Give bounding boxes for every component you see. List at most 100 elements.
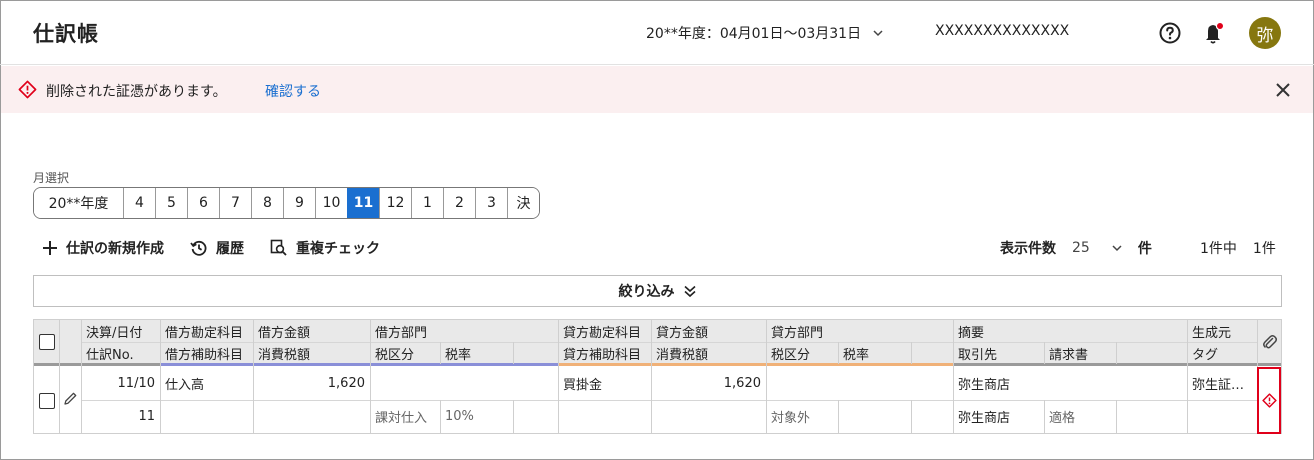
month-tab-9[interactable]: 9 — [283, 188, 315, 218]
paperclip-icon — [1263, 335, 1277, 349]
month-tab-1[interactable]: 1 — [411, 188, 443, 218]
table-row[interactable]: 11/10 11 仕入高 1,620 課対仕入 10% 買掛金 1,620 対象… — [34, 367, 1257, 433]
header-journal-no[interactable]: 仕訳No. — [81, 342, 160, 364]
pencil-edit-icon[interactable] — [63, 391, 78, 406]
month-tab-10[interactable]: 10 — [315, 188, 347, 218]
row-debit-account: 仕入高 — [165, 378, 205, 393]
help-icon[interactable] — [1158, 21, 1182, 45]
header-invoice[interactable]: 請求書 — [1044, 342, 1116, 364]
month-select-label: 月選択 — [33, 171, 70, 185]
header-tag[interactable]: タグ — [1187, 342, 1257, 364]
row-date: 11/10 — [117, 376, 155, 391]
col-divider — [440, 342, 441, 364]
col-divider — [513, 342, 514, 364]
header-credit-tax-cat[interactable]: 税区分 — [766, 342, 838, 364]
header-credit-dept[interactable]: 貸方部門 — [766, 320, 953, 342]
month-tab-year[interactable]: 20**年度 — [34, 188, 123, 218]
fiscal-period-text: 20**年度：04月01日〜03月31日 — [646, 26, 862, 42]
notification-bell-icon[interactable] — [1202, 20, 1226, 46]
month-tab-12[interactable]: 12 — [379, 188, 411, 218]
month-tab-4[interactable]: 4 — [123, 188, 155, 218]
filter-label: 絞り込み — [618, 284, 675, 300]
col-divider — [1044, 342, 1045, 364]
header-debit-sub[interactable]: 借方補助科目 — [160, 342, 253, 364]
row-summary: 弥生商店 — [958, 378, 1011, 393]
filter-toggle[interactable]: 絞り込み — [33, 275, 1282, 307]
display-count-unit: 件 — [1137, 241, 1152, 257]
duplicate-check-label: 重複チェック — [296, 241, 380, 257]
header-credit-tax[interactable]: 消費税額 — [651, 342, 766, 364]
duplicate-search-icon — [270, 239, 287, 256]
header-debit-amount[interactable]: 借方金額 — [253, 320, 370, 342]
journal-table: 決算/日付 借方勘定科目 借方金額 借方部門 貸方勘定科目 貸方金額 貸方部門 … — [33, 319, 1282, 434]
header-date[interactable]: 決算/日付 — [81, 320, 160, 342]
confirm-link[interactable]: 確認する — [265, 81, 321, 101]
header-summary[interactable]: 摘要 — [953, 320, 1187, 342]
row-debit-tax-rate: 10% — [445, 409, 474, 424]
header-credit-tax-rate[interactable]: 税率 — [838, 342, 911, 364]
header-partner[interactable]: 取引先 — [953, 342, 1044, 364]
deleted-evidence-indicator[interactable] — [1257, 367, 1281, 434]
header-debit-tax-rate[interactable]: 税率 — [440, 342, 513, 364]
row-partner: 弥生商店 — [958, 411, 1011, 426]
debit-group-underline — [160, 363, 558, 366]
col-divider — [911, 342, 912, 364]
history-label: 履歴 — [216, 241, 244, 257]
close-icon[interactable] — [1273, 80, 1293, 100]
header-credit-amount[interactable]: 貸方金額 — [651, 320, 766, 342]
col-divider — [838, 342, 839, 364]
warning-diamond-icon — [18, 80, 37, 99]
header-credit-account[interactable]: 貸方勘定科目 — [558, 320, 651, 342]
row-credit-amount: 1,620 — [723, 376, 761, 391]
duplicate-check-button[interactable]: 重複チェック — [270, 238, 380, 258]
total-count: 1件中 1件 — [1200, 238, 1276, 258]
warning-diamond-icon — [1261, 393, 1277, 408]
month-tab-2[interactable]: 2 — [443, 188, 475, 218]
header-row-divider-left — [81, 342, 160, 343]
chevron-down-icon — [873, 30, 883, 37]
month-tab-5[interactable]: 5 — [155, 188, 187, 218]
new-journal-label: 仕訳の新規作成 — [66, 241, 164, 257]
plus-icon — [43, 241, 57, 255]
credit-group-underline — [558, 363, 953, 366]
row-credit-account: 買掛金 — [563, 378, 603, 393]
history-icon — [190, 240, 207, 256]
row-checkbox[interactable] — [39, 393, 55, 409]
header-debit-account[interactable]: 借方勘定科目 — [160, 320, 253, 342]
deleted-evidence-notice: 削除された証憑があります。 確認する — [1, 66, 1313, 113]
header-debit-tax[interactable]: 消費税額 — [253, 342, 370, 364]
pagination-info: 表示件数 25 件 1件中 1件 — [1000, 238, 1276, 258]
total-prefix: 1件中 — [1200, 241, 1237, 257]
avatar[interactable]: 弥 — [1249, 17, 1281, 49]
app-header: 仕訳帳 20**年度：04月01日〜03月31日 XXXXXXXXXXXXXX … — [0, 0, 1314, 65]
month-tab-3[interactable]: 3 — [475, 188, 507, 218]
header-source[interactable]: 生成元 — [1187, 320, 1257, 342]
display-count-label: 表示件数 — [1000, 241, 1056, 257]
header-debit-tax-cat[interactable]: 税区分 — [370, 342, 440, 364]
header-row-divider — [160, 342, 1257, 343]
select-all-checkbox[interactable] — [39, 334, 55, 350]
month-selector: 20**年度 4 5 6 7 8 9 10 11 12 1 2 3 決 — [33, 187, 540, 219]
row-invoice: 適格 — [1049, 411, 1076, 426]
header-credit-sub[interactable]: 貸方補助科目 — [558, 342, 651, 364]
header-underline-right — [953, 363, 1281, 366]
row-journal-no: 11 — [138, 409, 155, 424]
chevron-down-icon[interactable] — [1110, 241, 1124, 255]
month-tab-11[interactable]: 11 — [347, 188, 379, 218]
history-button[interactable]: 履歴 — [190, 238, 244, 258]
row-source: 弥生証… — [1192, 378, 1245, 393]
month-tab-8[interactable]: 8 — [251, 188, 283, 218]
header-debit-dept[interactable]: 借方部門 — [370, 320, 558, 342]
display-count-value[interactable]: 25 — [1072, 240, 1090, 256]
month-tab-6[interactable]: 6 — [187, 188, 219, 218]
row-debit-amount: 1,620 — [327, 376, 365, 391]
new-journal-button[interactable]: 仕訳の新規作成 — [42, 238, 164, 258]
journal-toolbar: 仕訳の新規作成 履歴 重複チェック — [42, 236, 406, 260]
double-chevron-down-icon — [683, 285, 696, 298]
header-underline-left — [34, 363, 160, 366]
page-title: 仕訳帳 — [33, 22, 99, 46]
fiscal-period-selector[interactable]: 20**年度：04月01日〜03月31日 — [646, 23, 885, 43]
company-name[interactable]: XXXXXXXXXXXXXX — [935, 23, 1069, 39]
month-tab-closing[interactable]: 決 — [507, 188, 539, 218]
month-tab-7[interactable]: 7 — [219, 188, 251, 218]
